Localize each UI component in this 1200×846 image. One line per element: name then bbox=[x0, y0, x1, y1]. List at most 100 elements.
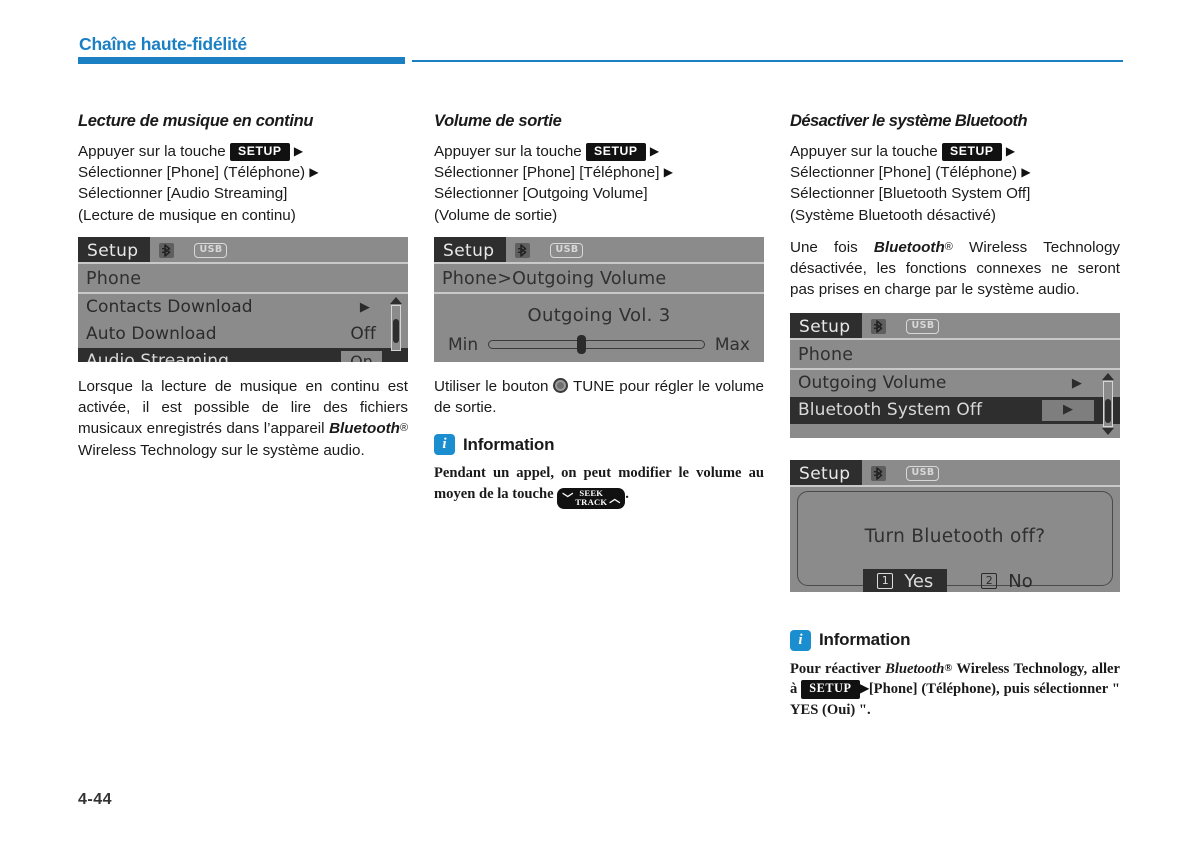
lcd-breadcrumb: Phone bbox=[78, 264, 408, 294]
chevron-right-icon: ▶ bbox=[293, 143, 304, 158]
dialog-yes-label: Yes bbox=[904, 570, 934, 592]
setup-key-badge[interactable]: SETUP bbox=[801, 680, 860, 699]
bluetooth-wordmark: Bluetooth bbox=[873, 238, 945, 256]
lcd-topbar: Setup USB bbox=[790, 312, 1120, 340]
header-rule bbox=[412, 60, 1123, 62]
dialog-no-button[interactable]: 2 No bbox=[967, 569, 1046, 592]
scroll-up-arrow-icon[interactable] bbox=[390, 296, 402, 304]
step-press-label: Appuyer sur la touche bbox=[434, 142, 582, 160]
lcd-row[interactable]: Outgoing Volume ▶ bbox=[790, 370, 1120, 397]
note-pre-text: Utiliser le bouton bbox=[434, 377, 549, 395]
bluetooth-glyph bbox=[874, 466, 883, 480]
step-select-phone: Sélectionner [Phone] (Téléphone) bbox=[78, 164, 306, 182]
step-select-bt-off-fr: (Système Bluetooth désactivé) bbox=[790, 206, 996, 224]
note-audio-streaming: Lorsque la lecture de musique en continu… bbox=[78, 377, 408, 459]
note-outgoing-volume: Utiliser le bouton TUNE pour régler le v… bbox=[434, 376, 764, 419]
slider-thumb[interactable] bbox=[577, 335, 587, 355]
lcd-row[interactable]: Contacts Download ▶ bbox=[78, 294, 408, 321]
lcd-scrollbar[interactable] bbox=[1101, 372, 1115, 435]
tune-knob-icon bbox=[553, 377, 569, 393]
column-audio-streaming: Lecture de musique en continu Appuyer su… bbox=[78, 112, 408, 473]
step-select-outgoing-volume-fr: (Volume de sortie) bbox=[434, 206, 558, 224]
bluetooth-icon bbox=[159, 242, 175, 258]
track-label: TRACK bbox=[575, 496, 608, 507]
usb-icon: USB bbox=[906, 465, 940, 481]
lcd-topbar-rule bbox=[790, 485, 1120, 487]
lcd-breadcrumb: Phone>Outgoing Volume bbox=[434, 264, 764, 294]
lcd-row-selected[interactable]: Audio Streaming On bbox=[78, 347, 408, 362]
registered-mark: ® bbox=[399, 422, 408, 435]
scrollbar-thumb[interactable] bbox=[393, 318, 399, 343]
information-label: Information bbox=[819, 630, 911, 650]
lcd-row-label: Contacts Download bbox=[86, 296, 253, 317]
step-select-audio-streaming: Sélectionner [Audio Streaming] bbox=[78, 185, 288, 203]
scroll-up-arrow-icon[interactable] bbox=[1102, 372, 1114, 380]
lcd-row-value: Off bbox=[350, 323, 376, 344]
bluetooth-wordmark: Bluetooth bbox=[885, 660, 945, 677]
setup-key-badge[interactable]: SETUP bbox=[229, 142, 290, 162]
lcd-screen-confirm-dialog: Setup USB Turn Bluetooth off? 1 Yes 2 No bbox=[790, 459, 1120, 592]
scroll-down-arrow-icon[interactable] bbox=[390, 351, 402, 359]
lcd-breadcrumb-rule bbox=[434, 292, 764, 294]
setup-key-badge[interactable]: SETUP bbox=[941, 142, 1002, 162]
dialog-buttons: 1 Yes 2 No bbox=[798, 568, 1112, 592]
dialog-yes-button[interactable]: 1 Yes bbox=[863, 568, 948, 592]
lcd-tab-setup: Setup bbox=[790, 459, 863, 487]
volume-slider[interactable] bbox=[488, 335, 705, 355]
lcd-breadcrumb-text: Phone bbox=[798, 344, 854, 365]
chevron-right-icon: ▶ bbox=[663, 165, 673, 180]
info-icon: i bbox=[434, 434, 455, 456]
lcd-row-selected[interactable]: Bluetooth System Off ▶ bbox=[790, 396, 1120, 424]
information-body-outgoing-volume: Pendant un appel, on peut modifier le vo… bbox=[434, 463, 764, 509]
chevron-right-icon[interactable]: ▶ bbox=[1042, 399, 1094, 421]
lcd-screen-bluetooth-menu: Setup USB Phone Outgoing Volume ▶ Blueto… bbox=[790, 312, 1120, 438]
information-text-end: . bbox=[625, 486, 629, 503]
bluetooth-icon bbox=[871, 318, 887, 334]
scrollbar-thumb[interactable] bbox=[1105, 398, 1111, 423]
bluetooth-glyph bbox=[162, 244, 171, 257]
chevron-right-icon: ▶ bbox=[1071, 375, 1082, 391]
step-select-phone: Sélectionner [Phone] (Téléphone) bbox=[790, 164, 1018, 182]
information-body-bluetooth-off: Pour réactiver Bluetooth® Wireless Techn… bbox=[790, 659, 1120, 721]
lcd-row-label: Auto Download bbox=[86, 323, 217, 344]
steps-audio-streaming: Appuyer sur la touche SETUP ▶ Sélectionn… bbox=[78, 141, 408, 226]
steps-bluetooth-off: Appuyer sur la touche SETUP ▶ Sélectionn… bbox=[790, 141, 1120, 226]
bluetooth-wordmark: Bluetooth bbox=[329, 420, 400, 438]
step-select-outgoing-volume: Sélectionner [Outgoing Volume] bbox=[434, 185, 648, 203]
dialog-question: Turn Bluetooth off? bbox=[864, 525, 1046, 547]
chevron-right-icon: ▶ bbox=[649, 143, 660, 158]
lcd-row-label: Outgoing Volume bbox=[798, 372, 947, 393]
setup-key-badge[interactable]: SETUP bbox=[585, 142, 646, 162]
page-header: Chaîne haute-fidélité bbox=[0, 0, 1200, 78]
seek-track-key-badge[interactable]: ﹀SEEK TRACK ︿ bbox=[557, 488, 626, 509]
bluetooth-glyph bbox=[518, 244, 527, 257]
lcd-breadcrumb-text: Phone>Outgoing Volume bbox=[442, 268, 667, 289]
column-outgoing-volume: Volume de sortie Appuyer sur la touche S… bbox=[434, 112, 764, 509]
section-title-audio-streaming: Lecture de musique en continu bbox=[78, 112, 314, 130]
lcd-topbar: Setup USB bbox=[434, 236, 764, 264]
lcd-scrollbar[interactable] bbox=[389, 296, 403, 359]
step-select-bt-off: Sélectionner [Bluetooth System Off] bbox=[790, 185, 1031, 203]
step-press-label: Appuyer sur la touche bbox=[790, 142, 938, 160]
information-header: i Information bbox=[790, 629, 1120, 651]
lcd-topbar: Setup USB bbox=[790, 459, 1120, 487]
steps-outgoing-volume: Appuyer sur la touche SETUP ▶ Sélectionn… bbox=[434, 141, 764, 226]
bluetooth-icon bbox=[515, 242, 531, 258]
lcd-volume-title: Outgoing Vol. 3 bbox=[527, 304, 671, 326]
slider-track[interactable] bbox=[488, 340, 705, 350]
chevron-right-icon: ▶ bbox=[309, 165, 319, 180]
bluetooth-icon bbox=[871, 465, 887, 481]
slider-max-label: Max bbox=[714, 334, 750, 355]
usb-icon: USB bbox=[550, 242, 584, 258]
chevron-right-icon: ▶ bbox=[1021, 165, 1031, 180]
slider-min-label: Min bbox=[448, 334, 479, 355]
usb-icon: USB bbox=[194, 242, 228, 258]
lcd-row[interactable]: Auto Download Off bbox=[78, 321, 408, 348]
information-header: i Information bbox=[434, 434, 764, 456]
section-title-outgoing-volume: Volume de sortie bbox=[434, 112, 562, 130]
chevron-right-icon: ▶ bbox=[1005, 143, 1016, 158]
chevron-down-icon: ﹀ bbox=[562, 493, 574, 506]
chevron-right-icon: ▶ bbox=[359, 299, 370, 315]
page-number: 4-44 bbox=[78, 791, 113, 808]
scroll-down-arrow-icon[interactable] bbox=[1102, 427, 1114, 435]
